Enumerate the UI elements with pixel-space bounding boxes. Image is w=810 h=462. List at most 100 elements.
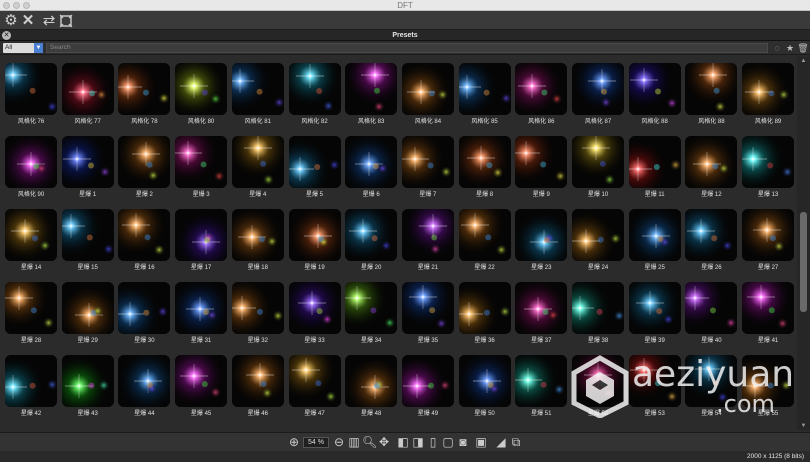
document-icon[interactable]: ▢ [441,435,455,449]
preset-thumbnail [742,209,795,261]
preset-label: 星爆 18 [247,265,268,271]
preset-tile[interactable]: 星爆 42 [3,355,59,419]
preset-tile[interactable]: 星爆 16 [116,209,172,273]
preset-tile[interactable]: 星爆 41 [740,282,796,346]
preset-tile[interactable]: 风格化 83 [343,63,399,127]
scroll-down-icon[interactable]: ▼ [799,422,808,430]
preset-tile[interactable]: 风格化 90 [3,136,59,200]
preset-tile[interactable]: 星爆 35 [400,282,456,346]
preset-label: 星爆 15 [77,265,98,271]
preset-tile[interactable]: 星爆 15 [60,209,116,273]
search-clear-icon[interactable]: ◌ [771,42,783,54]
preset-tile[interactable]: 星爆 39 [627,282,683,346]
frame-icon[interactable]: ▣ [474,435,488,449]
preset-tile[interactable]: 星爆 32 [230,282,286,346]
preset-tile[interactable]: 星爆 6 [343,136,399,200]
preset-tile[interactable]: 星爆 47 [287,355,343,419]
preset-tile[interactable]: 星爆 50 [457,355,513,419]
single-view-icon[interactable]: ▯ [426,435,440,449]
preset-tile[interactable]: 风格化 87 [570,63,626,127]
zoom-out-icon[interactable]: ⊖ [332,435,346,449]
preset-tile[interactable]: 星爆 38 [570,282,626,346]
split-view-icon[interactable]: ◧ [396,435,410,449]
preset-tile[interactable]: 星爆 11 [627,136,683,200]
camera-icon[interactable]: ◙ [456,435,470,449]
preset-tile[interactable]: 星爆 5 [287,136,343,200]
preset-tile[interactable]: 星爆 45 [173,355,229,419]
scroll-up-icon[interactable]: ▲ [799,57,808,65]
preset-tile[interactable]: 星爆 40 [683,282,739,346]
preset-tile[interactable]: 星爆 46 [230,355,286,419]
preset-tile[interactable]: 风格化 77 [60,63,116,127]
preset-thumbnail [231,63,284,115]
preset-tile[interactable]: 星爆 1 [60,136,116,200]
compare-icon[interactable]: ⧉ [509,435,523,449]
preset-tile[interactable]: 星爆 14 [3,209,59,273]
split-view-alt-icon[interactable]: ◨ [411,435,425,449]
preset-tile[interactable]: 星爆 13 [740,136,796,200]
preset-tile[interactable]: 星爆 33 [287,282,343,346]
preset-tile[interactable]: 星爆 37 [513,282,569,346]
preset-tile[interactable]: 星爆 49 [400,355,456,419]
preset-tile[interactable]: 星爆 7 [400,136,456,200]
search-input[interactable]: Search [46,43,768,53]
preset-tile[interactable]: 星爆 18 [230,209,286,273]
preset-tile[interactable]: 星爆 44 [116,355,172,419]
preset-tile[interactable]: 星爆 23 [513,209,569,273]
preset-tile[interactable]: 风格化 89 [740,63,796,127]
preset-tile[interactable]: 星爆 21 [400,209,456,273]
preset-tile[interactable]: 星爆 30 [116,282,172,346]
star-icon[interactable]: ★ [784,42,796,54]
preset-tile[interactable]: 星爆 9 [513,136,569,200]
preset-tile[interactable]: 风格化 82 [287,63,343,127]
preset-tile[interactable]: 星爆 28 [3,282,59,346]
preset-tile[interactable]: 风格化 88 [627,63,683,127]
preset-tile[interactable]: 风格化 76 [3,63,59,127]
preset-tile[interactable]: 风格化 80 [173,63,229,127]
preset-tile[interactable]: 风格化 85 [457,63,513,127]
preset-tile[interactable]: 星爆 36 [457,282,513,346]
preset-tile[interactable]: 星爆 12 [683,136,739,200]
preset-tile[interactable]: 星爆 24 [570,209,626,273]
preset-tile[interactable]: 风格化 88 [683,63,739,127]
preset-tile[interactable]: 星爆 3 [173,136,229,200]
preset-tile[interactable]: 星爆 29 [60,282,116,346]
preset-thumbnail [515,282,568,334]
trash-icon[interactable]: 🗑 [797,42,809,54]
magnify-icon[interactable]: 🔍︎ [362,435,377,449]
preset-tile[interactable]: 星爆 20 [343,209,399,273]
fit-icon[interactable]: ▥ [347,435,361,449]
preset-tile[interactable]: 星爆 31 [173,282,229,346]
preset-tile[interactable]: 星爆 27 [740,209,796,273]
preset-tile[interactable]: 星爆 26 [683,209,739,273]
preset-tile[interactable]: 风格化 84 [400,63,456,127]
preset-tile[interactable]: 星爆 19 [287,209,343,273]
preset-tile[interactable]: 星爆 8 [457,136,513,200]
preset-tile[interactable]: 风格化 81 [230,63,286,127]
preset-tile[interactable]: 星爆 10 [570,136,626,200]
zoom-level[interactable]: 54 % [303,437,329,448]
refresh-icon[interactable]: ⇄ [40,12,58,29]
preset-tile[interactable]: 星爆 34 [343,282,399,346]
gear-icon[interactable]: ⚙ [2,12,20,29]
preset-tile[interactable]: 风格化 86 [513,63,569,127]
vertical-scrollbar[interactable]: ▲ ▼ [797,57,810,430]
preset-tile[interactable]: 星爆 43 [60,355,116,419]
preset-tile[interactable]: 星爆 4 [230,136,286,200]
scroll-thumb[interactable] [800,212,807,312]
fit-frame-icon[interactable] [57,12,75,29]
close-x-icon[interactable]: ✕ [19,12,37,29]
preset-tile[interactable]: 星爆 25 [627,209,683,273]
move-icon[interactable]: ✥ [377,435,391,449]
preset-tile[interactable]: 星爆 51 [513,355,569,419]
zoom-in-icon[interactable]: ⊕ [287,435,301,449]
preset-tile[interactable]: 星爆 17 [173,209,229,273]
preset-tile[interactable]: 星爆 2 [116,136,172,200]
histogram-icon[interactable]: ◢ [494,435,508,449]
preset-label: 星爆 16 [134,265,155,271]
preset-tile[interactable]: 星爆 48 [343,355,399,419]
preset-label: 风格化 84 [414,119,442,125]
category-select[interactable]: All ▼ [3,43,43,53]
preset-tile[interactable]: 风格化 78 [116,63,172,127]
preset-tile[interactable]: 星爆 22 [457,209,513,273]
